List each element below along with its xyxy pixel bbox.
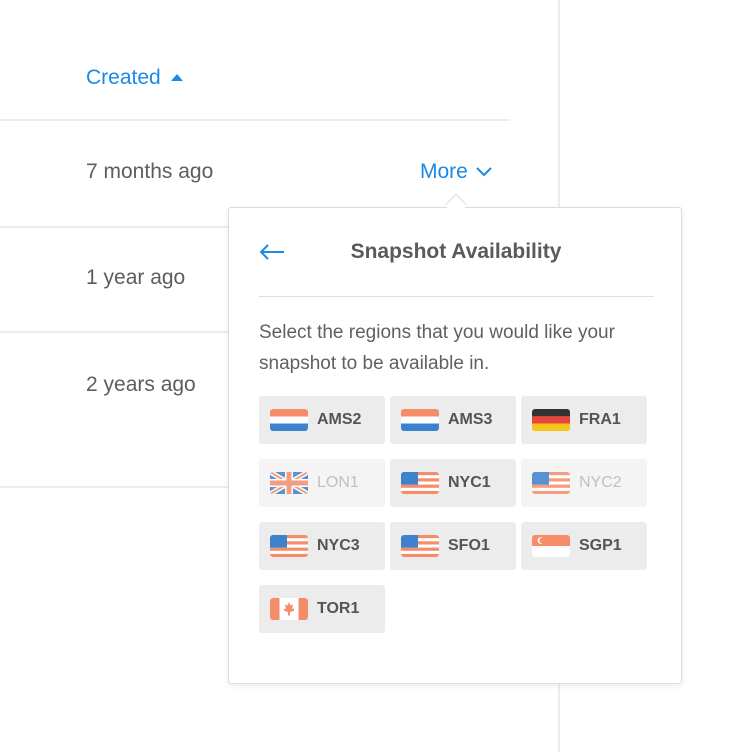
region-tile-tor1[interactable]: TOR1 xyxy=(259,585,385,633)
chevron-down-icon xyxy=(476,167,492,177)
region-tile-nyc1[interactable]: NYC1 xyxy=(390,459,516,507)
region-code: FRA1 xyxy=(579,411,621,428)
more-dropdown-button[interactable]: More xyxy=(420,160,492,184)
popover-description: Select the regions that you would like y… xyxy=(259,322,615,374)
created-header-label: Created xyxy=(86,66,161,89)
row-created-value: 2 years ago xyxy=(86,373,196,396)
caret-up-icon xyxy=(170,73,183,81)
region-tile-ams2[interactable]: AMS2 xyxy=(259,396,385,444)
usa-flag-icon xyxy=(401,535,439,557)
region-tile-nyc3[interactable]: NYC3 xyxy=(259,522,385,570)
germany-flag-icon xyxy=(532,409,570,431)
region-tile-lon1[interactable]: LON1 xyxy=(259,459,385,507)
usa-flag-icon xyxy=(401,472,439,494)
uk-flag-icon xyxy=(270,472,308,494)
region-code: AMS2 xyxy=(317,411,362,428)
region-tile-nyc2[interactable]: NYC2 xyxy=(521,459,647,507)
row-divider xyxy=(0,486,230,488)
netherlands-flag-icon xyxy=(401,409,439,431)
region-code: SFO1 xyxy=(448,537,490,554)
canada-flag-icon xyxy=(270,598,308,620)
region-code: AMS3 xyxy=(448,411,493,428)
row-created-value: 7 months ago xyxy=(86,160,214,183)
region-tile-ams3[interactable]: AMS3 xyxy=(390,396,516,444)
region-code: NYC1 xyxy=(448,474,491,491)
created-column-header[interactable]: Created xyxy=(86,66,183,90)
region-code: LON1 xyxy=(317,474,359,491)
region-code: NYC3 xyxy=(317,537,360,554)
row-divider xyxy=(0,331,230,333)
region-tile-sgp1[interactable]: SGP1 xyxy=(521,522,647,570)
usa-flag-icon xyxy=(270,535,308,557)
row-created-value: 1 year ago xyxy=(86,266,186,289)
region-code: TOR1 xyxy=(317,600,360,617)
row-divider xyxy=(0,226,230,228)
snapshot-availability-popover: Snapshot Availability Select the regions… xyxy=(228,207,682,684)
singapore-flag-icon xyxy=(532,535,570,557)
popover-title: Snapshot Availability xyxy=(350,240,562,263)
netherlands-flag-icon xyxy=(270,409,308,431)
region-tile-fra1[interactable]: FRA1 xyxy=(521,396,647,444)
usa-flag-icon xyxy=(532,472,570,494)
region-code: SGP1 xyxy=(579,537,622,554)
region-grid: AMS2 AMS3 FRA1 LON1 NYC1 NYC2 NYC3 SFO1 … xyxy=(259,396,649,633)
popover-divider xyxy=(259,296,654,297)
more-label: More xyxy=(420,160,468,183)
region-code: NYC2 xyxy=(579,474,622,491)
header-divider xyxy=(0,119,510,121)
region-tile-sfo1[interactable]: SFO1 xyxy=(390,522,516,570)
